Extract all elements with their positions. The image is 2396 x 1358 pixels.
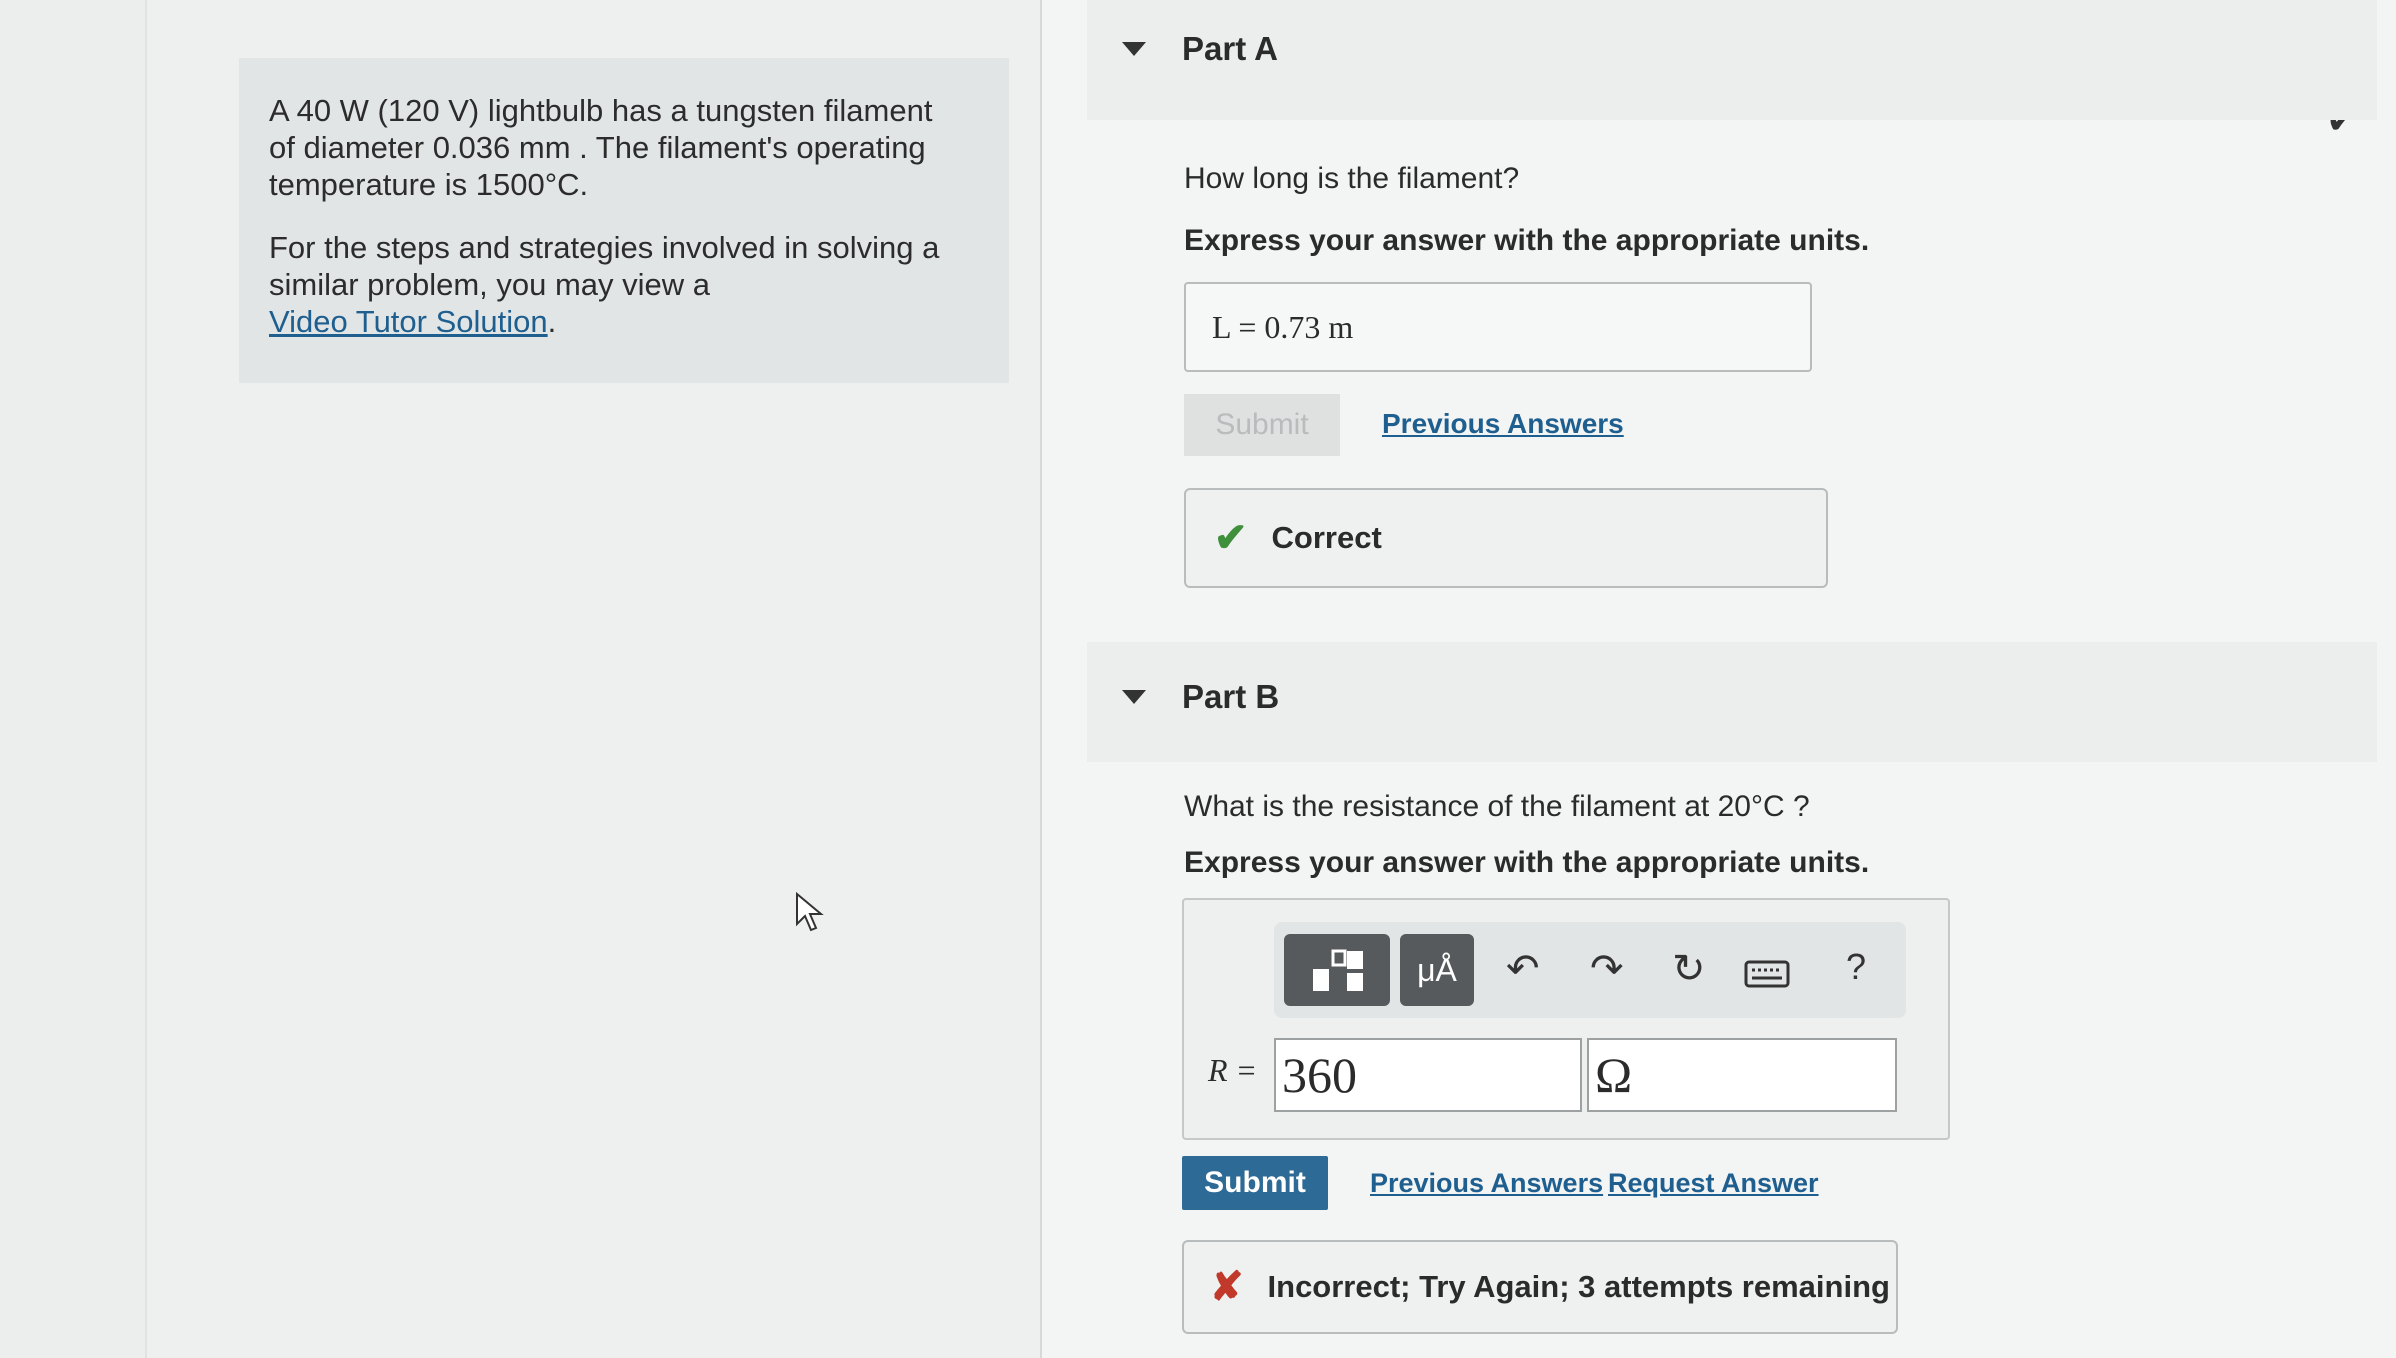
problem-text: A 40 W (120 V) lightbulb has a tungsten … xyxy=(269,93,933,202)
part-b-header[interactable]: Part B xyxy=(1122,678,1279,716)
parts-panel: ✔ Part A How long is the filament? Expre… xyxy=(1040,0,2396,1358)
part-b-submit-button[interactable]: Submit xyxy=(1182,1156,1328,1210)
unit-input[interactable]: Ω xyxy=(1587,1038,1897,1112)
math-toolbar: μÅ ↶ ↷ ↻ ? xyxy=(1274,922,1906,1018)
part-b-question: What is the resistance of the filament a… xyxy=(1184,790,1810,823)
reset-icon[interactable]: ↻ xyxy=(1672,946,1706,992)
correct-check-icon: ✔ xyxy=(1214,516,1248,560)
redo-icon[interactable]: ↷ xyxy=(1590,946,1624,992)
part-a-answer: L = 0.73 m xyxy=(1184,282,1812,372)
help-icon[interactable]: ? xyxy=(1846,946,1866,988)
part-b-previous-answers-link[interactable]: Previous Answers xyxy=(1370,1168,1603,1199)
collapse-triangle-icon xyxy=(1122,690,1146,704)
part-a-instruction: Express your answer with the appropriate… xyxy=(1184,224,1870,257)
part-a-submit-button[interactable]: Submit xyxy=(1184,394,1340,456)
part-a-header-band xyxy=(1087,0,2377,120)
request-answer-link[interactable]: Request Answer xyxy=(1608,1168,1819,1199)
collapse-triangle-icon xyxy=(1122,42,1146,56)
keyboard-icon[interactable] xyxy=(1744,960,1790,988)
part-b-feedback: ✘ Incorrect; Try Again; 3 attempts remai… xyxy=(1182,1240,1898,1334)
problem-panel: A 40 W (120 V) lightbulb has a tungsten … xyxy=(145,0,1042,1358)
units-icon[interactable]: μÅ xyxy=(1400,934,1474,1006)
answer-editor: μÅ ↶ ↷ ↻ ? R = 360 Ω xyxy=(1182,898,1950,1140)
templates-icon[interactable] xyxy=(1284,934,1390,1006)
part-a-previous-answers-link[interactable]: Previous Answers xyxy=(1382,408,1624,440)
problem-statement: A 40 W (120 V) lightbulb has a tungsten … xyxy=(239,58,1009,383)
part-b-header-band xyxy=(1087,642,2377,762)
part-a-feedback: ✔ Correct xyxy=(1184,488,1828,588)
hint-text: For the steps and strategies involved in… xyxy=(269,230,940,339)
variable-label: R = xyxy=(1208,1052,1258,1088)
mouse-cursor-icon xyxy=(796,892,824,932)
part-b-instruction: Express your answer with the appropriate… xyxy=(1184,846,1870,879)
part-a-header[interactable]: Part A xyxy=(1122,30,1278,68)
undo-icon[interactable]: ↶ xyxy=(1506,946,1540,992)
incorrect-x-icon: ✘ xyxy=(1210,1265,1244,1309)
video-tutor-link[interactable]: Video Tutor Solution xyxy=(269,304,548,339)
value-input[interactable]: 360 xyxy=(1274,1038,1582,1112)
part-a-question: How long is the filament? xyxy=(1184,162,1520,195)
